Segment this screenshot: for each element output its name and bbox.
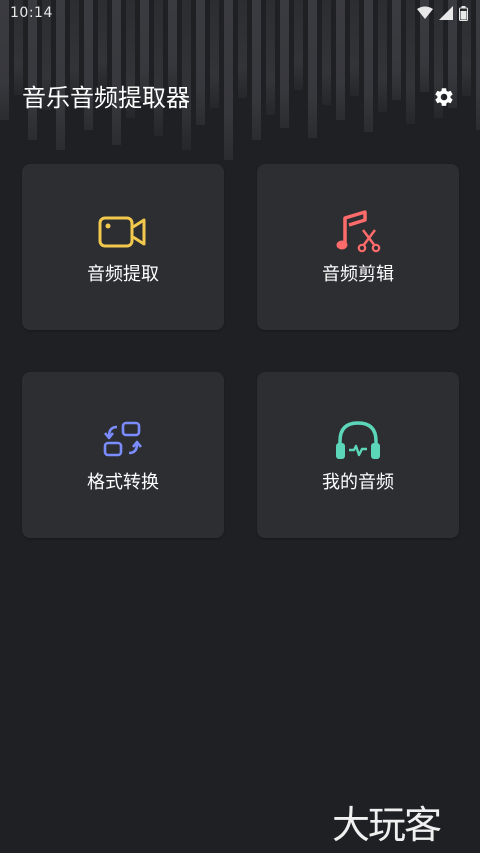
settings-button[interactable] [430,83,458,111]
card-label: 音频剪辑 [322,264,394,285]
app-title: 音乐音频提取器 [22,84,190,112]
card-label: 我的音频 [322,472,394,493]
status-icons [417,5,468,21]
video-camera-icon [97,210,149,254]
card-audio-extract[interactable]: 音频提取 [22,164,224,330]
card-audio-cut[interactable]: 音频剪辑 [257,164,459,330]
status-bar: 10:14 [0,0,480,26]
signal-icon [439,6,453,20]
card-label: 音频提取 [87,264,159,285]
gear-icon [435,88,453,106]
battery-icon [459,5,468,21]
headphones-icon [332,418,384,462]
status-time: 10:14 [10,5,53,21]
convert-icon [97,418,149,462]
card-format-convert[interactable]: 格式转换 [22,372,224,538]
card-my-audio[interactable]: 我的音频 [257,372,459,538]
card-label: 格式转换 [87,472,159,493]
watermark-logo: 大玩客 [332,803,442,847]
app-header: 音乐音频提取器 [0,78,480,118]
wifi-icon [417,6,433,19]
music-scissors-icon [332,210,384,254]
